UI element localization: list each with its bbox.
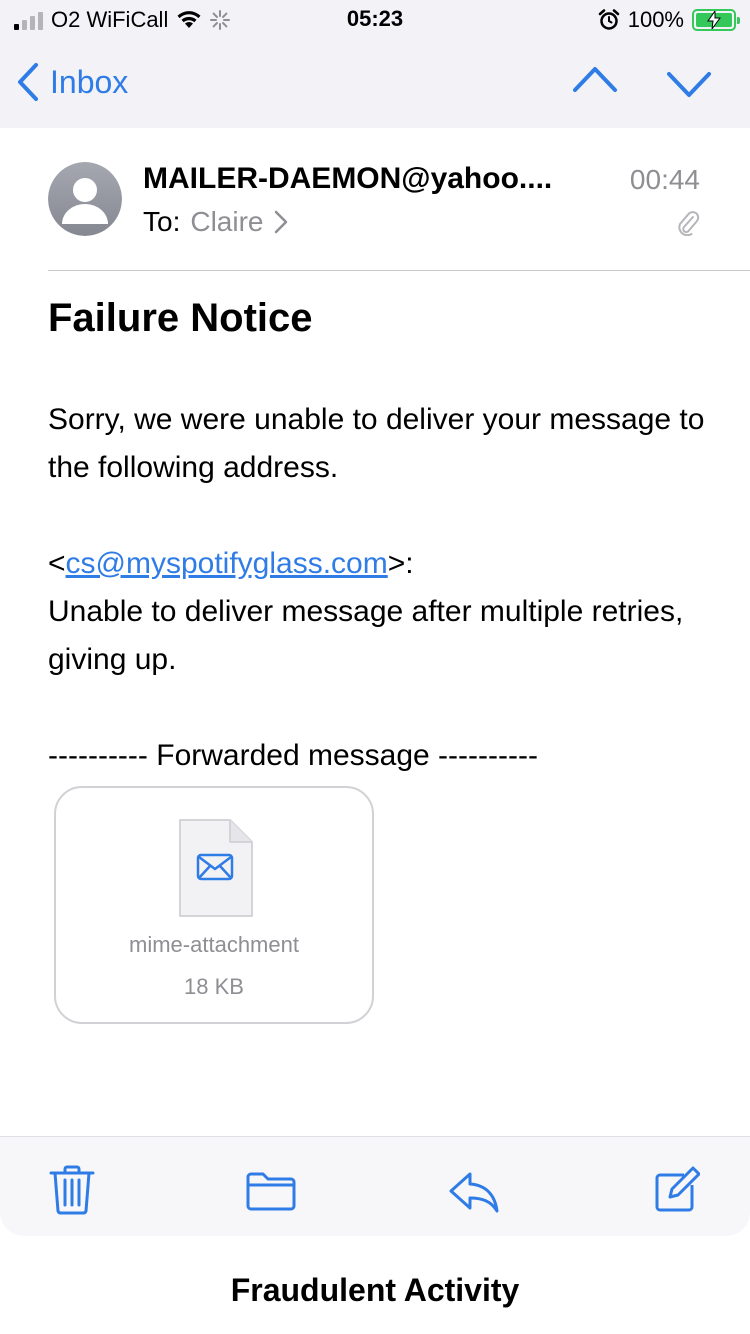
back-label: Inbox — [50, 63, 129, 100]
chevron-up-icon — [573, 67, 617, 92]
back-button[interactable]: Inbox — [16, 62, 128, 102]
person-icon — [48, 162, 122, 236]
message-body: Sorry, we were unable to deliver your me… — [48, 396, 708, 684]
document-icon — [178, 818, 254, 923]
sender-name[interactable]: MAILER-DAEMON@yahoo.... — [143, 162, 552, 196]
move-to-folder-button[interactable] — [246, 1171, 296, 1216]
email-address-link[interactable]: cs@myspotifyglass.com — [66, 547, 388, 580]
bottom-sheet[interactable]: Fraudulent Activity — [0, 1240, 750, 1334]
address-open: < — [48, 547, 66, 580]
next-message-button[interactable] — [666, 70, 712, 105]
trash-button[interactable] — [48, 1165, 96, 1220]
attachment-card[interactable]: mime-attachment 18 KB — [54, 786, 374, 1024]
forwarded-separator: ---------- Forwarded message ---------- — [48, 739, 538, 772]
body-paragraph: Sorry, we were unable to deliver your me… — [48, 403, 705, 484]
address-line: <cs@myspotifyglass.com>: — [48, 540, 708, 588]
trash-icon — [49, 1165, 95, 1215]
recipient-line[interactable]: To: Claire — [143, 206, 288, 238]
bottom-toolbar — [0, 1136, 750, 1236]
folder-icon — [246, 1172, 296, 1211]
battery-charging-icon — [692, 9, 740, 31]
compose-icon — [655, 1166, 701, 1212]
mail-screen: O2 WiFiCall 05:23 100% Inbox MAILER-DAEM… — [0, 0, 750, 1334]
message-subject: Failure Notice — [48, 296, 313, 340]
recipient-name: Claire — [190, 206, 264, 237]
body-paragraph: Unable to deliver message after multiple… — [48, 595, 684, 676]
chevron-left-icon — [18, 63, 38, 101]
message-time: 00:44 — [629, 164, 700, 195]
previous-message-button[interactable] — [572, 64, 618, 99]
reply-icon — [449, 1172, 499, 1213]
address-close: >: — [387, 547, 414, 580]
paperclip-icon — [676, 208, 700, 241]
status-right: 100% — [598, 6, 740, 34]
attachment-size: 18 KB — [184, 974, 244, 999]
sheet-title: Fraudulent Activity — [230, 1272, 520, 1308]
avatar[interactable] — [48, 162, 122, 236]
to-label: To: — [143, 206, 181, 237]
status-bar: O2 WiFiCall 05:23 100% — [0, 0, 750, 40]
alarm-icon — [598, 9, 619, 30]
compose-button[interactable] — [654, 1165, 701, 1218]
battery-percent: 100% — [627, 7, 684, 32]
reply-button[interactable] — [448, 1171, 500, 1218]
header-divider — [48, 270, 750, 271]
chevron-down-icon — [667, 72, 711, 97]
chevron-right-icon — [274, 210, 287, 234]
message-header: MAILER-DAEMON@yahoo.... 00:44 To: Claire — [0, 128, 750, 272]
attachment-name: mime-attachment — [129, 932, 299, 957]
nav-bar: Inbox — [0, 40, 750, 128]
